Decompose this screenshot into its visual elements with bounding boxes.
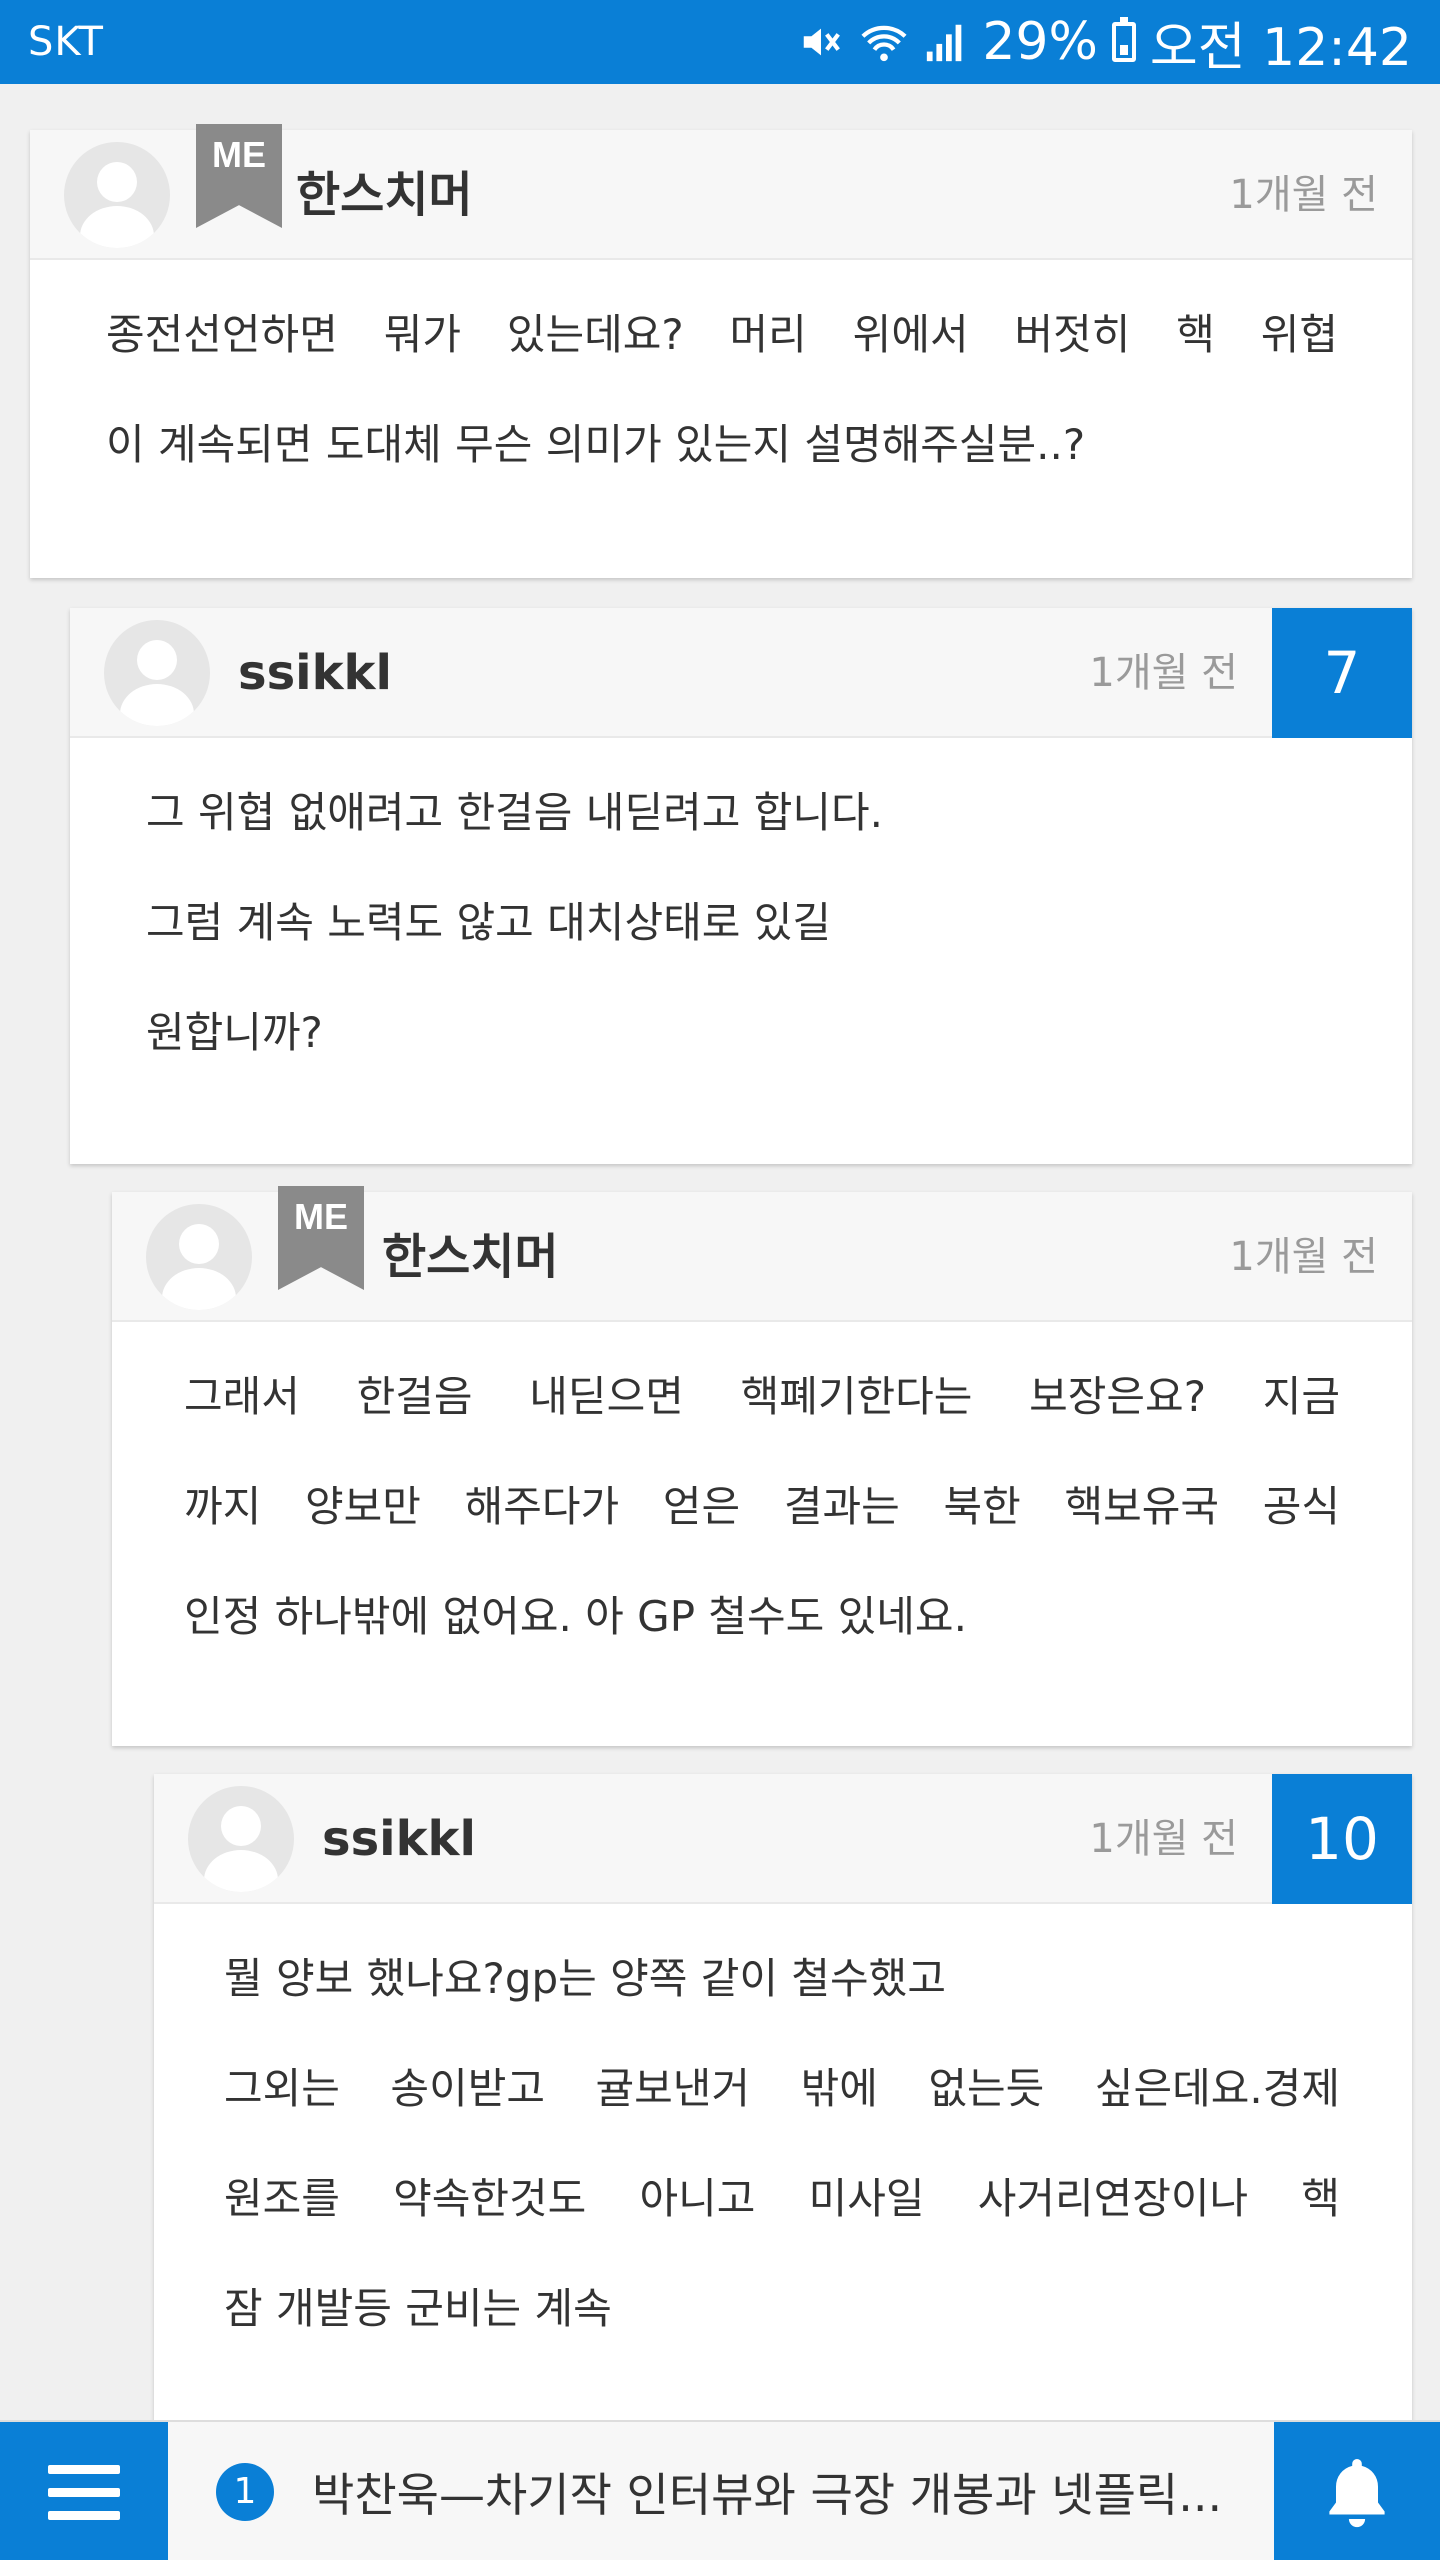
comment-line: 그외는 송이받고 귤보낸거 밖에 없는듯 싶은데요.경제 (224, 2064, 1340, 2113)
avatar[interactable] (146, 1204, 252, 1310)
menu-button[interactable] (0, 2422, 168, 2560)
status-bar: SKT 29% 오전 12:42 (0, 0, 1440, 84)
comment-card: ssikkl 1개월 전 10 뭘 양보 했나요?gp는 양쪽 같이 철수했고 … (154, 1774, 1412, 2494)
comment-line: 이 계속되면 도대체 무슨 의미가 있는지 설명해주실분..? (106, 420, 1086, 469)
hamburger-icon (48, 2510, 120, 2520)
battery-percent: 29% (982, 12, 1098, 72)
timestamp: 1개월 전 (1229, 172, 1378, 218)
username[interactable]: ssikkl (322, 1774, 476, 1904)
comment-line: 뭘 양보 했나요?gp는 양쪽 같이 철수했고 (224, 1954, 946, 2003)
timestamp: 1개월 전 (1089, 650, 1238, 696)
avatar[interactable] (64, 142, 170, 248)
avatar[interactable] (104, 620, 210, 726)
comment-text: 그래서 한걸음 내딛으면 핵폐기한다는 보장은요? 지금 까지 양보만 해주다가… (112, 1322, 1412, 1672)
me-badge: ME (196, 124, 282, 228)
me-badge: ME (278, 1186, 364, 1290)
notice-text: 박찬욱—차기작 인터뷰와 극장 개봉과 넷플릭... (312, 2468, 1223, 2522)
timestamp: 1개월 전 (1229, 1234, 1378, 1280)
comment-header: ME 한스치머 1개월 전 (30, 124, 1412, 260)
bottom-bar: 1 박찬욱—차기작 인터뷰와 극장 개봉과 넷플릭... (0, 2420, 1440, 2560)
signal-icon (924, 19, 968, 65)
avatar[interactable] (188, 1786, 294, 1892)
comment-text: 그 위협 없애려고 한걸음 내딛려고 합니다. 그럼 계속 노력도 않고 대치상… (70, 738, 1412, 1088)
comment-line: 인정 하나밖에 없어요. 아 GP 철수도 있네요. (184, 1592, 967, 1641)
vote-count-button[interactable]: 10 (1272, 1774, 1412, 1904)
comment-line: 원합니까? (146, 1008, 323, 1057)
username[interactable]: 한스치머 (382, 1192, 559, 1322)
notice-ticker[interactable]: 1 박찬욱—차기작 인터뷰와 극장 개봉과 넷플릭... (168, 2422, 1274, 2560)
comment-card: ME 한스치머 1개월 전 그래서 한걸음 내딛으면 핵폐기한다는 보장은요? … (112, 1186, 1412, 1746)
vote-count-button[interactable]: 7 (1272, 608, 1412, 738)
comment-line: 그 위협 없애려고 한걸음 내딛려고 합니다. (146, 788, 883, 837)
carrier-label: SKT (28, 19, 104, 65)
comment-line: 잠 개발등 군비는 계속 (224, 2284, 612, 2333)
hamburger-icon (48, 2464, 120, 2474)
comment-header: ssikkl 1개월 전 10 (154, 1774, 1412, 1904)
wifi-icon (858, 19, 910, 65)
comment-header: ssikkl 1개월 전 7 (70, 608, 1412, 738)
comment-text: 종전선언하면 뭐가 있는데요? 머리 위에서 버젓히 핵 위협 이 계속되면 도… (30, 260, 1412, 500)
comment-text: 뭘 양보 했나요?gp는 양쪽 같이 철수했고 그외는 송이받고 귤보낸거 밖에… (154, 1904, 1412, 2364)
comment-line: 까지 양보만 해주다가 얻은 결과는 북한 핵보유국 공식 (184, 1482, 1340, 1531)
bell-icon (1329, 2459, 1385, 2528)
username[interactable]: 한스치머 (296, 130, 473, 260)
status-icons: 29% 오전 12:42 (798, 5, 1412, 80)
clock: 오전 12:42 (1149, 17, 1412, 78)
notice-count-badge: 1 (216, 2463, 274, 2521)
hamburger-icon (48, 2487, 120, 2497)
comment-line: 그럼 계속 노력도 않고 대치상태로 있길 (146, 898, 831, 947)
comment-line: 그래서 한걸음 내딛으면 핵폐기한다는 보장은요? 지금 (184, 1372, 1340, 1421)
notification-button[interactable] (1274, 2422, 1440, 2560)
comment-card: ssikkl 1개월 전 7 그 위협 없애려고 한걸음 내딛려고 합니다. 그… (70, 608, 1412, 1164)
mute-icon (798, 19, 844, 65)
comment-line: 종전선언하면 뭐가 있는데요? 머리 위에서 버젓히 핵 위협 (106, 310, 1338, 359)
username[interactable]: ssikkl (238, 608, 392, 738)
timestamp: 1개월 전 (1089, 1816, 1238, 1862)
battery-icon (1111, 17, 1136, 62)
comment-line: 원조를 약속한것도 아니고 미사일 사거리연장이나 핵 (224, 2174, 1340, 2223)
comment-header: ME 한스치머 1개월 전 (112, 1186, 1412, 1322)
comment-card: ME 한스치머 1개월 전 종전선언하면 뭐가 있는데요? 머리 위에서 버젓히… (30, 124, 1412, 578)
